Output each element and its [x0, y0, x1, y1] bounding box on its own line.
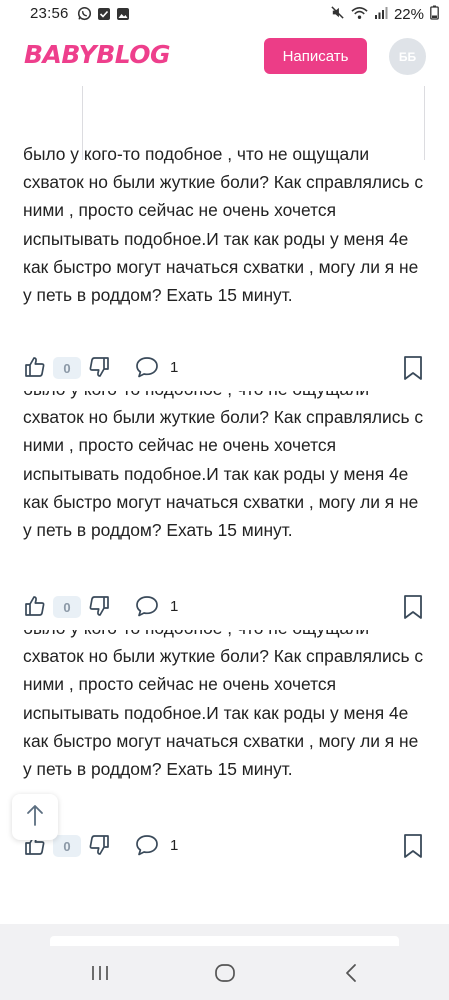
bookmark-icon[interactable] [402, 355, 424, 381]
back-icon[interactable] [336, 960, 366, 986]
whatsapp-icon [77, 6, 92, 25]
recent-apps-icon[interactable] [85, 960, 115, 986]
write-button[interactable]: Написать [264, 38, 367, 74]
feed-card: было у кого-то подобное , что не ощущали… [0, 86, 449, 924]
status-bar: 23:56 22% [0, 0, 449, 28]
site-header: BABYBLOG Написать ББ [0, 28, 449, 87]
post-actions: 0 1 [0, 831, 449, 861]
post-text: схваток но были жуткие боли? Как справля… [23, 407, 424, 541]
bookmark-icon[interactable] [402, 594, 424, 620]
comment-count: 1 [170, 837, 179, 854]
thumbs-down-icon[interactable] [87, 355, 111, 379]
check-box-icon [97, 7, 111, 25]
comment-count: 1 [170, 359, 179, 376]
thumbs-down-icon[interactable] [87, 594, 111, 618]
like-count: 0 [53, 596, 81, 618]
post-text-block: было у кого-то подобное , что не ощущали… [0, 391, 449, 577]
post-cut-line: было у кого-то подобное , что не ощущали [23, 146, 370, 164]
scroll-top-button[interactable] [12, 794, 58, 840]
avatar[interactable]: ББ [389, 38, 426, 75]
wifi-icon [351, 6, 368, 24]
post-text-block: было у кого-то подобное , что не ощущали… [0, 630, 449, 816]
thumbs-up-icon[interactable] [23, 594, 47, 618]
comment-icon[interactable] [134, 594, 160, 618]
babyblog-logo[interactable]: BABYBLOG [24, 40, 171, 69]
status-time: 23:56 [30, 5, 69, 22]
post-cut-line: было у кого-то подобное , что не ощущали [23, 391, 428, 403]
comment-icon[interactable] [134, 355, 160, 379]
thumbs-up-icon[interactable] [23, 355, 47, 379]
bookmark-icon[interactable] [402, 833, 424, 859]
arrow-up-icon [25, 803, 45, 832]
mute-icon [330, 5, 345, 24]
post-actions: 0 1 [0, 353, 449, 383]
battery-icon [430, 5, 439, 24]
thumbs-down-icon[interactable] [87, 833, 111, 857]
like-count: 0 [53, 835, 81, 857]
post-text: схваток но были жуткие боли? Как справля… [23, 172, 424, 306]
like-count: 0 [53, 357, 81, 379]
home-icon[interactable] [210, 960, 240, 986]
post-text: схваток но были жуткие боли? Как справля… [23, 646, 424, 780]
post-actions: 0 1 [0, 592, 449, 622]
post-text-block: было у кого-то подобное , что не ощущали… [0, 146, 449, 352]
signal-icon [374, 6, 388, 24]
comment-count: 1 [170, 598, 179, 615]
post-cut-line: было у кого-то подобное , что не ощущали [23, 630, 428, 642]
comment-icon[interactable] [134, 833, 160, 857]
battery-level: 22% [393, 6, 424, 23]
gallery-icon [116, 7, 130, 25]
system-nav-bar [0, 946, 449, 1000]
